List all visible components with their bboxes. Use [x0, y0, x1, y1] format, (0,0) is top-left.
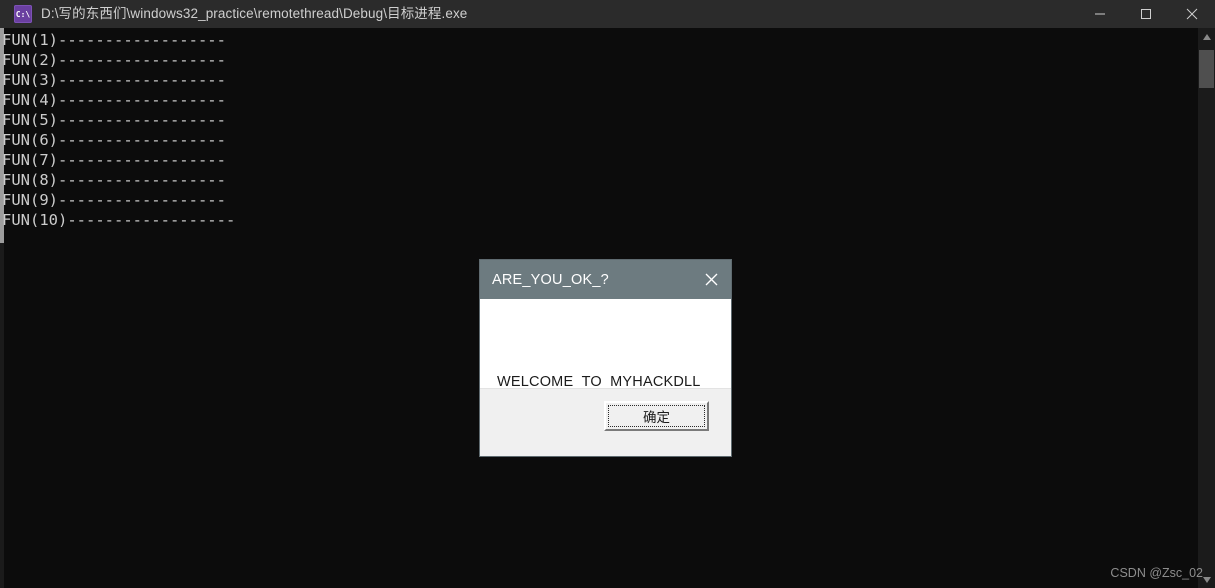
console-app-icon: C:\ — [14, 5, 32, 23]
dialog-ok-button-label: 确定 — [643, 410, 670, 426]
dialog-ok-button[interactable]: 确定 — [604, 401, 709, 431]
window-titlebar: C:\ D:\写的东西们\windows32_practice\remoteth… — [0, 0, 1215, 28]
window-title: D:\写的东西们\windows32_practice\remotethread… — [41, 6, 468, 21]
dialog-title: ARE_YOU_OK_? — [492, 271, 609, 288]
minimize-button[interactable] — [1077, 0, 1123, 28]
scroll-up-arrow-icon[interactable] — [1198, 28, 1215, 45]
console-app-window: C:\ D:\写的东西们\windows32_practice\remoteth… — [0, 0, 1215, 588]
dialog-close-button[interactable] — [691, 260, 731, 299]
message-dialog: ARE_YOU_OK_? WELCOME_TO_MYHACKDLL 确定 — [479, 259, 732, 457]
console-output-text: FUN(1)------------------ FUN(2)---------… — [2, 31, 236, 229]
window-controls — [1077, 0, 1215, 28]
dialog-body: WELCOME_TO_MYHACKDLL — [480, 299, 731, 390]
dialog-titlebar: ARE_YOU_OK_? — [480, 260, 731, 299]
close-button[interactable] — [1169, 0, 1215, 28]
dialog-footer: 确定 — [480, 388, 731, 456]
console-vertical-scrollbar[interactable] — [1198, 28, 1215, 588]
watermark-text: CSDN @Zsc_02 — [1110, 566, 1203, 580]
svg-text:C:\: C:\ — [16, 10, 30, 19]
maximize-button[interactable] — [1123, 0, 1169, 28]
console-scrollbar-thumb[interactable] — [1199, 50, 1214, 88]
